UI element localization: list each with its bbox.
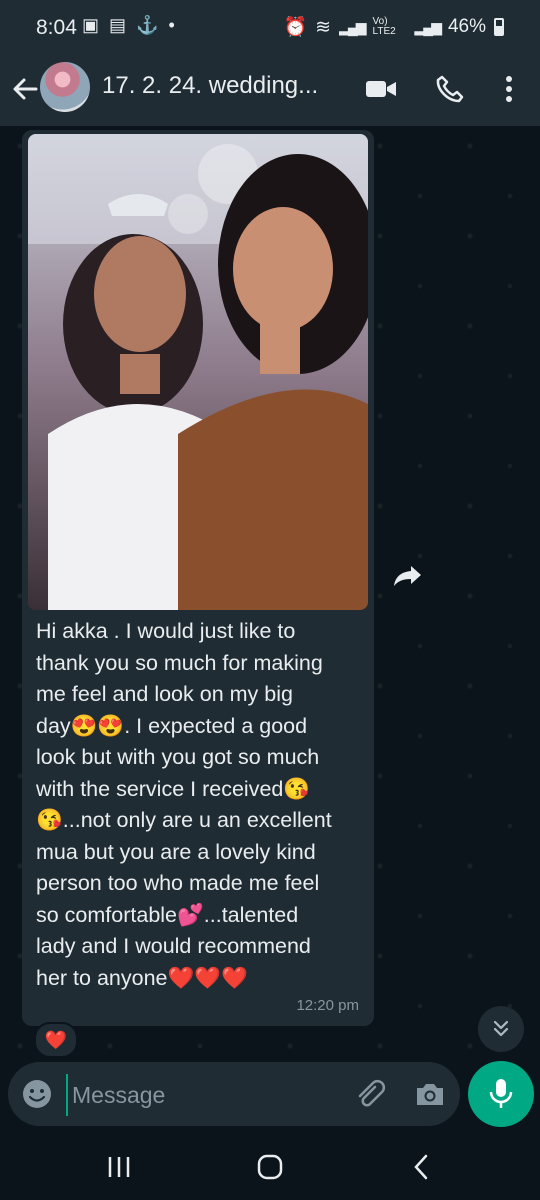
back-arrow-icon[interactable]: [8, 72, 42, 106]
chat-notification-icon: ▤: [109, 15, 127, 35]
microphone-icon: [489, 1079, 513, 1108]
message-photo[interactable]: [28, 134, 368, 610]
message-reaction[interactable]: ❤️: [34, 1022, 78, 1058]
message-time: 12:20 pm: [296, 997, 359, 1014]
composer-bar: [8, 1062, 460, 1126]
more-notifications-dot-icon: •: [168, 15, 175, 35]
emoji-icon[interactable]: [20, 1077, 54, 1111]
alarm-icon: ⏰: [283, 17, 308, 38]
battery-percent: 46%: [447, 16, 486, 37]
more-options-icon[interactable]: [492, 72, 526, 106]
voice-call-icon[interactable]: [432, 72, 466, 106]
message-text: Hi akka . I would just like to thank you…: [36, 616, 366, 994]
message-line: me feel and look on my big: [36, 682, 293, 706]
message-line: with the service I received😘: [36, 776, 311, 801]
sync-notification-icon: ⚓: [136, 15, 159, 35]
home-icon[interactable]: [255, 1152, 285, 1182]
chat-title[interactable]: 17. 2. 24. wedding...: [102, 72, 332, 100]
video-call-icon[interactable]: [364, 72, 398, 106]
camera-icon[interactable]: [414, 1078, 446, 1110]
message-line: look but with you got so much: [36, 745, 320, 769]
system-nav-bar: [0, 1132, 540, 1200]
message-line: Hi akka . I would just like to: [36, 619, 296, 643]
status-bar: 8:04 ▣ ▤ ⚓ • ⏰ ≋ ▂▄▆ Vo) LTE2 ▂▄▆ 46%: [0, 0, 540, 56]
notification-icons: ▣ ▤ ⚓ •: [82, 15, 175, 36]
message-line: her to anyone❤️❤️❤️: [36, 965, 248, 990]
message-bubble[interactable]: Hi akka . I would just like to thank you…: [22, 130, 374, 1026]
message-line: lady and I would recommend: [36, 934, 311, 958]
recent-apps-icon[interactable]: [104, 1152, 134, 1182]
message-line: person too who made me feel: [36, 871, 320, 895]
message-line: so comfortable💕...talented: [36, 902, 299, 927]
message-line: thank you so much for making: [36, 650, 323, 675]
forward-icon[interactable]: [388, 556, 428, 596]
network-label: Vo) LTE2: [372, 16, 396, 37]
status-time: 8:04: [36, 16, 77, 39]
chat-area[interactable]: Hi akka . I would just like to thank you…: [0, 126, 540, 1072]
signal-icon-2: ▂▄▆: [414, 18, 442, 35]
battery-icon: [494, 18, 504, 36]
message-line: day😍😍. I expected a good: [36, 713, 308, 738]
double-chevron-down-icon: [493, 1020, 509, 1037]
attach-icon[interactable]: [354, 1078, 386, 1110]
message-line: 😘...not only are u an excellent: [36, 808, 332, 832]
chat-header: 17. 2. 24. wedding...: [0, 56, 540, 126]
wifi-icon: ≋: [315, 16, 332, 38]
avatar[interactable]: [40, 62, 90, 112]
signal-icon: ▂▄▆: [339, 18, 366, 35]
mic-button[interactable]: [468, 1061, 534, 1127]
message-input[interactable]: [66, 1074, 344, 1116]
status-indicators: ⏰ ≋ ▂▄▆ Vo) LTE2 ▂▄▆ 46%: [283, 15, 504, 39]
message-line: mua but you are a lovely kind: [36, 839, 316, 864]
scroll-to-bottom-button[interactable]: [478, 1006, 524, 1052]
nav-back-icon[interactable]: [406, 1152, 436, 1182]
gallery-notification-icon: ▣: [82, 15, 100, 35]
